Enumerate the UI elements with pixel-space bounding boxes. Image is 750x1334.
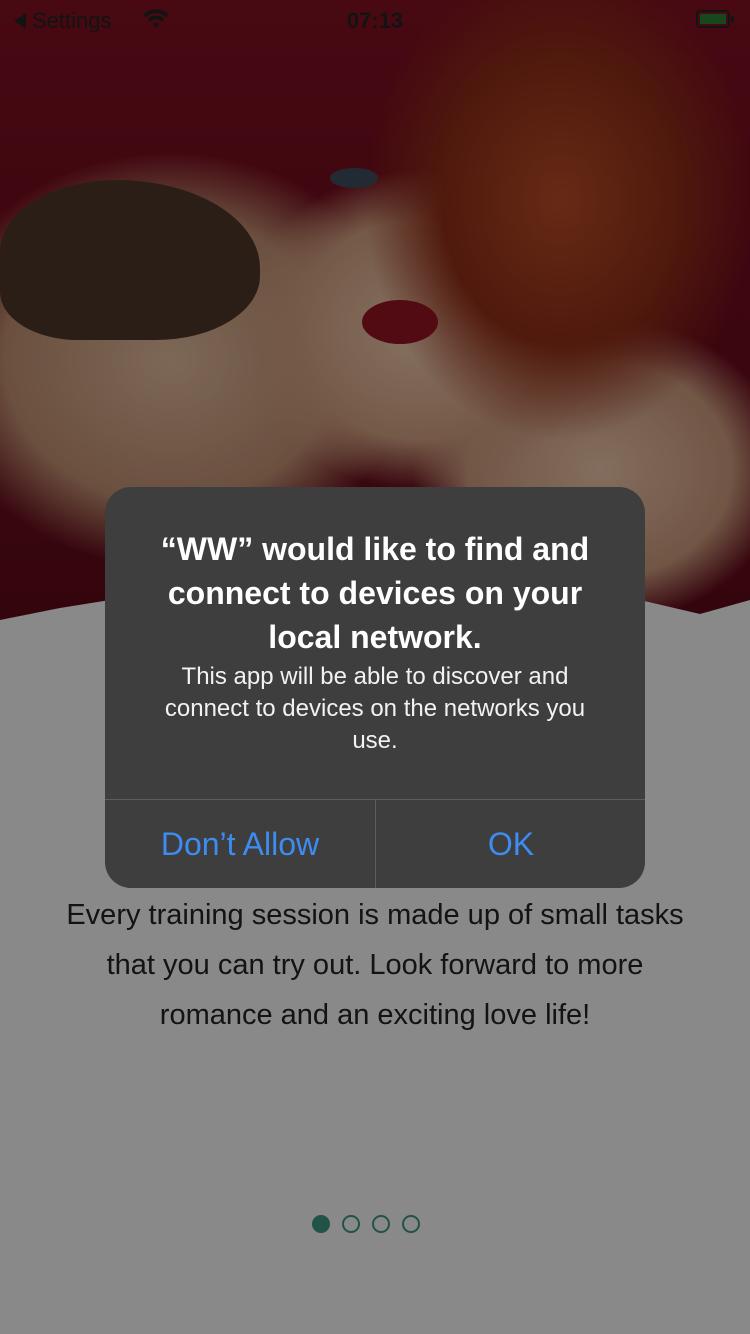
local-network-permission-alert: “WW” would like to find and connect to d… [105,487,645,888]
ok-button[interactable]: OK [376,800,645,888]
alert-title: “WW” would like to find and connect to d… [160,531,590,655]
alert-message: This app will be able to discover and co… [164,663,586,754]
dont-allow-button[interactable]: Don’t Allow [105,800,375,888]
